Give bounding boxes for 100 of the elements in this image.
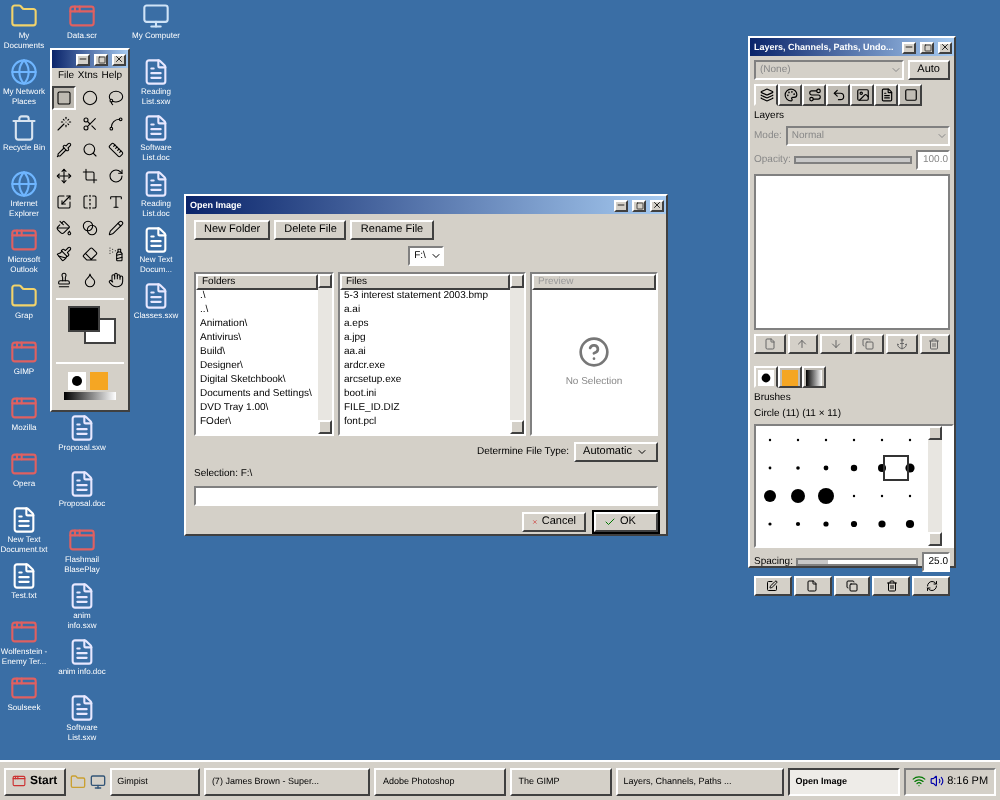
- pattern-icon: [782, 369, 798, 385]
- blend-icon: [82, 220, 98, 236]
- globe-icon[interactable]: [10, 170, 38, 198]
- edit-icon: [766, 580, 779, 592]
- dock-tab[interactable]: [850, 84, 874, 106]
- lasso-icon: [108, 90, 124, 106]
- up-arrow-icon: [796, 338, 809, 350]
- gradient-preview-icon[interactable]: [64, 391, 116, 399]
- scale-icon: [56, 194, 72, 210]
- ruler-icon: [108, 142, 124, 158]
- ellipse-select-icon: [82, 90, 98, 106]
- layer-action-button[interactable]: [820, 334, 851, 354]
- scrollbar[interactable]: [510, 274, 524, 434]
- document-icon[interactable]: [68, 414, 96, 442]
- dock-tab[interactable]: [802, 84, 826, 106]
- dock-tab[interactable]: [874, 84, 898, 106]
- color-swatches-icon[interactable]: [68, 306, 120, 350]
- minimize-button[interactable]: [76, 53, 90, 65]
- scrollbar[interactable]: [318, 274, 332, 434]
- layer-action-button[interactable]: [853, 334, 884, 354]
- tool-button[interactable]: [52, 190, 76, 214]
- trash-icon: [885, 580, 898, 592]
- dock-tab[interactable]: [826, 84, 850, 106]
- refresh-icon: [925, 580, 938, 592]
- pencil-icon: [108, 220, 124, 236]
- document-icon[interactable]: [68, 582, 96, 610]
- dock-tab[interactable]: [778, 84, 802, 106]
- dock-tab[interactable]: [778, 366, 802, 388]
- folder-icon[interactable]: [10, 282, 38, 310]
- document-icon[interactable]: [68, 694, 96, 722]
- zoom-icon: [82, 142, 98, 158]
- document-icon[interactable]: [142, 170, 170, 198]
- dock-tab[interactable]: [802, 366, 826, 388]
- document-icon[interactable]: [142, 282, 170, 310]
- spacing-slider[interactable]: [796, 558, 919, 566]
- new-layer-icon: [763, 338, 776, 350]
- selection-field[interactable]: [194, 486, 658, 506]
- layer-action-button[interactable]: [886, 334, 917, 354]
- eraser-icon: [82, 246, 98, 262]
- layers-icon: [759, 88, 773, 102]
- brush-action-button[interactable]: [754, 576, 792, 596]
- question-mark-icon: [578, 336, 610, 368]
- text-file-icon[interactable]: [142, 226, 170, 254]
- trash-icon[interactable]: [10, 114, 38, 142]
- new-file-icon: [806, 580, 819, 592]
- duplicate-icon: [862, 338, 875, 350]
- square-icon: [903, 88, 917, 102]
- gradient-icon: [806, 369, 822, 385]
- text-file-icon[interactable]: [10, 562, 38, 590]
- dock-tab[interactable]: [754, 366, 778, 388]
- maximize-button[interactable]: [920, 41, 934, 53]
- dock-tab[interactable]: [898, 84, 922, 106]
- paint-bucket-icon: [56, 220, 72, 236]
- check-icon: [604, 516, 616, 528]
- pipette-icon: [56, 142, 72, 158]
- computer-icon[interactable]: [142, 2, 170, 30]
- wand-icon: [56, 116, 72, 132]
- undo-icon: [831, 88, 845, 102]
- crop-icon: [82, 168, 98, 184]
- close-button[interactable]: [650, 199, 664, 211]
- scrollbar[interactable]: [928, 426, 942, 546]
- text-file-icon[interactable]: [10, 506, 38, 534]
- brush-icon: [758, 369, 774, 385]
- down-arrow-icon: [829, 338, 842, 350]
- stamp-icon: [56, 272, 72, 288]
- scissors-icon: [82, 116, 98, 132]
- document-icon[interactable]: [68, 638, 96, 666]
- globe-icon[interactable]: [10, 58, 38, 86]
- rectangle-select-icon: [56, 90, 72, 106]
- folder-icon[interactable]: [10, 2, 38, 30]
- hand-icon: [108, 272, 124, 288]
- layer-action-button[interactable]: [754, 334, 785, 354]
- layer-action-button[interactable]: [919, 334, 950, 354]
- flip-icon: [82, 194, 98, 210]
- document-icon[interactable]: [68, 470, 96, 498]
- desktop-icon[interactable]: [89, 773, 106, 789]
- palette-icon: [783, 88, 797, 102]
- curve-icon: [108, 116, 124, 132]
- layer-action-button[interactable]: [787, 334, 818, 354]
- brush-pattern-preview-icon[interactable]: [68, 371, 112, 389]
- close-button[interactable]: [112, 53, 126, 65]
- brush-action-button[interactable]: [833, 576, 871, 596]
- trash-icon: [928, 338, 941, 350]
- document-icon[interactable]: [142, 58, 170, 86]
- speaker-icon[interactable]: [929, 774, 944, 788]
- close-button[interactable]: [938, 41, 952, 53]
- move-icon: [56, 168, 72, 184]
- minimize-button[interactable]: [614, 199, 628, 211]
- duplicate-icon: [845, 580, 858, 592]
- maximize-button[interactable]: [632, 199, 646, 211]
- minimize-button[interactable]: [902, 41, 916, 53]
- brush-action-button[interactable]: [872, 576, 911, 596]
- text-icon: [879, 88, 893, 102]
- document-icon[interactable]: [142, 114, 170, 142]
- paintbrush-icon: [56, 246, 72, 262]
- maximize-button[interactable]: [94, 53, 108, 65]
- brush-action-button[interactable]: [912, 576, 950, 596]
- dock-tab[interactable]: [754, 84, 778, 106]
- brush-action-button[interactable]: [793, 576, 832, 596]
- tool-button[interactable]: [52, 86, 76, 110]
